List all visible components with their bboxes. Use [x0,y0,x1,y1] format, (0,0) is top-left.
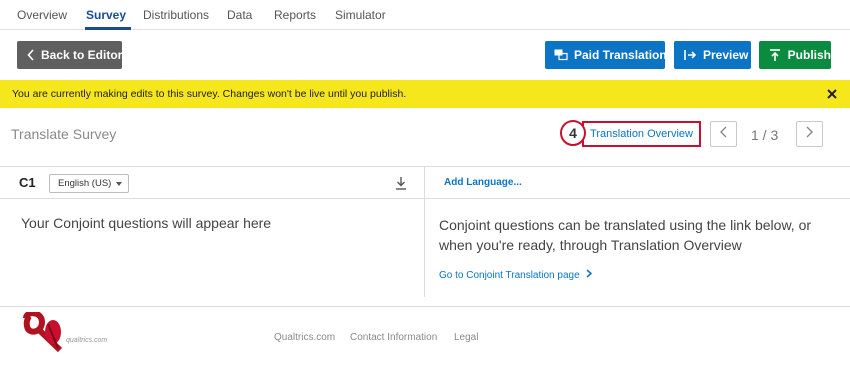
logo-text: qualtrics.com [66,337,108,344]
tab-survey[interactable]: Survey [86,8,126,22]
panel-column-divider [424,167,425,297]
preview-button[interactable]: Preview [674,41,751,69]
caret-down-icon [116,182,122,186]
back-to-editor-button[interactable]: Back to Editor [17,41,122,69]
footer-link-contact[interactable]: Contact Information [350,332,437,343]
translation-overview-link[interactable]: Translation Overview [590,128,693,140]
conjoint-translation-link[interactable]: Go to Conjoint Translation page [439,269,592,281]
chevron-right-icon [806,125,813,143]
previous-page-button[interactable] [710,121,737,147]
panel-top-divider [0,166,850,167]
footer-link-legal[interactable]: Legal [454,332,478,343]
top-nav: Overview Survey Distributions Data Repor… [0,0,850,30]
edit-warning-banner: You are currently making edits to this s… [0,80,850,108]
paid-translations-label: Paid Translations [574,48,674,62]
chevron-left-icon [720,125,727,143]
translate-icon [554,48,568,62]
conjoint-translation-info: Conjoint questions can be translated usi… [439,217,812,253]
conjoint-placeholder-text: Your Conjoint questions will appear here [21,215,272,231]
preview-icon [683,48,697,62]
warning-message: You are currently making edits to this s… [12,88,407,100]
footer-link-qualtrics[interactable]: Qualtrics.com [274,332,335,343]
translation-overview-highlight: Translation Overview [582,121,701,147]
preview-label: Preview [703,48,749,62]
question-id: C1 [19,175,36,190]
tab-overview[interactable]: Overview [17,8,67,22]
publish-label: Publish [787,48,831,62]
source-language-value: English (US) [58,178,112,189]
next-page-button[interactable] [796,121,823,147]
add-language-link[interactable]: Add Language... [444,177,522,188]
back-to-editor-label: Back to Editor [41,48,123,62]
tab-data[interactable]: Data [227,8,252,22]
tab-reports[interactable]: Reports [274,8,316,22]
chevron-left-icon [27,48,35,62]
tab-distributions[interactable]: Distributions [143,8,209,22]
step-number-badge: 4 [560,120,586,146]
page-title: Translate Survey [11,126,117,142]
footer-divider [0,306,850,307]
close-icon[interactable] [826,87,838,99]
panel-header-divider [0,198,850,199]
qualtrics-logo: qualtrics.com [22,310,112,360]
active-tab-indicator [85,27,131,30]
publish-button[interactable]: Publish [759,41,831,69]
download-icon[interactable] [395,176,407,190]
source-language-select[interactable]: English (US) [49,174,129,193]
chevron-right-icon [586,269,592,281]
paid-translations-button[interactable]: Paid Translations [545,41,673,69]
conjoint-translation-link-label: Go to Conjoint Translation page [439,269,580,281]
publish-icon [768,48,782,62]
tab-simulator[interactable]: Simulator [335,8,386,22]
page-indicator: 1 / 3 [751,127,779,143]
